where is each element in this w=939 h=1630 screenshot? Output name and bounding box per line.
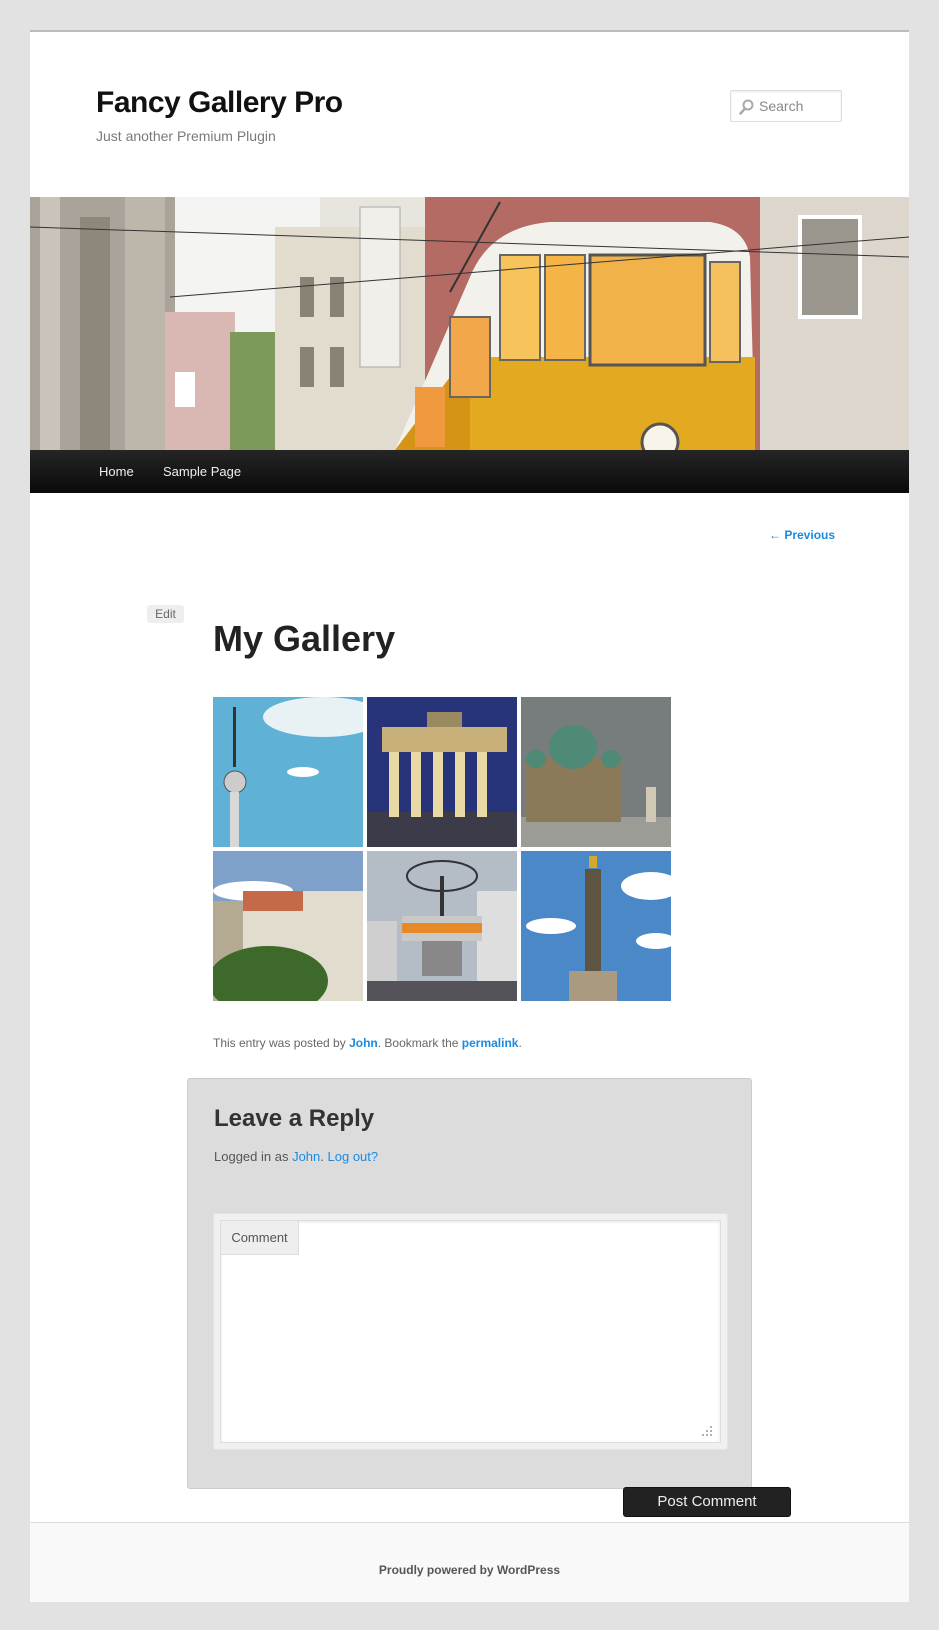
search-icon [739,99,754,115]
powered-by-link[interactable]: Proudly powered by WordPress [379,1563,560,1577]
gallery-thumb[interactable] [367,697,517,847]
logout-link[interactable]: Log out? [328,1149,379,1164]
gallery-thumb[interactable] [521,697,671,847]
meta-suffix-text: . [518,1036,522,1050]
comment-field-wrapper: Comment [213,1213,728,1450]
edit-button[interactable]: Edit [147,605,184,623]
meta-mid-text: . Bookmark the [377,1036,462,1050]
header-image [30,197,909,450]
nav-item-sample-page[interactable]: Sample Page [163,464,241,479]
author-link[interactable]: John [349,1036,378,1050]
logged-in-mid: . [320,1149,328,1164]
gallery-thumb[interactable] [213,851,363,1001]
gallery-thumb[interactable] [521,851,671,1001]
main-nav: Home Sample Page [30,450,909,493]
footer: Proudly powered by WordPress [30,1522,909,1602]
reply-title: Leave a Reply [214,1105,375,1132]
site-title[interactable]: Fancy Gallery Pro [96,86,343,120]
comment-label: Comment [221,1221,299,1255]
logged-in-as: Logged in as John. Log out? [214,1149,378,1164]
logged-in-prefix: Logged in as [214,1149,293,1164]
search-input[interactable] [759,91,841,121]
user-profile-link[interactable]: John [292,1149,320,1164]
gallery-thumb[interactable] [213,697,363,847]
page-container: Fancy Gallery Pro Just another Premium P… [30,30,909,1602]
gallery-thumb[interactable] [367,851,517,1001]
reply-form: Leave a Reply Logged in as John. Log out… [187,1078,752,1489]
nav-item-home[interactable]: Home [99,464,134,479]
previous-post-link[interactable]: ← Previous [769,528,835,542]
resize-grip-icon[interactable] [701,1425,713,1437]
post-comment-button[interactable]: Post Comment [623,1487,791,1517]
site-description: Just another Premium Plugin [96,128,276,144]
gallery [213,697,675,1003]
meta-prefix-text: This entry was posted by [213,1036,350,1050]
entry-meta: This entry was posted by John. Bookmark … [213,1036,522,1050]
entry-title: My Gallery [213,618,396,659]
permalink-link[interactable]: permalink [462,1036,519,1050]
search-box[interactable] [730,90,842,122]
